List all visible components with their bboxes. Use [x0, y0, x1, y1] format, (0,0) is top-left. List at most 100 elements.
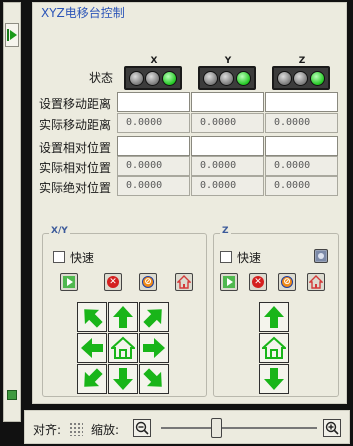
zoom-in-button[interactable] [323, 419, 341, 437]
z-fast-label: 快速 [237, 251, 262, 265]
move-down-right-button[interactable] [139, 364, 169, 394]
set-move-distance-y-input[interactable] [191, 92, 264, 112]
axis-header-y: Y [224, 56, 232, 66]
actual-move-distance-x: 0.0000 [117, 113, 190, 133]
row-label-set-relative-position: 设置相对位置 [38, 141, 111, 155]
image-icon [316, 251, 326, 261]
actual-relative-position-x: 0.0000 [117, 156, 190, 176]
xy-disable-button[interactable]: ⊘ [139, 273, 157, 291]
set-move-distance-z-input[interactable] [265, 92, 338, 112]
z-control-group: Z 快速 ✕ ⊘ [213, 226, 339, 397]
home-icon [111, 336, 135, 359]
arrow-down-right-icon [143, 368, 162, 387]
move-up-button[interactable] [108, 302, 138, 332]
row-label-actual-move-distance: 实际移动距离 [38, 118, 111, 132]
zoom-label: 缩放: [91, 423, 120, 437]
move-home-z-button[interactable] [259, 333, 289, 363]
arrow-right-icon [143, 338, 165, 358]
move-down-button[interactable] [108, 364, 138, 394]
sidebar-toggle-button[interactable] [5, 23, 19, 47]
left-sidebar [3, 2, 21, 422]
z-fast-checkbox[interactable] [220, 251, 232, 263]
zoom-out-icon [135, 421, 149, 435]
xy-stop-button[interactable]: ✕ [104, 273, 122, 291]
status-led [162, 70, 178, 86]
status-led [202, 70, 218, 86]
z-start-button[interactable] [220, 273, 238, 291]
status-led [145, 70, 161, 86]
grid-align-icon[interactable] [69, 422, 83, 436]
status-led [293, 70, 309, 86]
move-right-button[interactable] [139, 333, 169, 363]
xy-home-button[interactable] [175, 273, 193, 291]
stop-icon: ✕ [107, 276, 119, 288]
xy-fast-checkbox[interactable] [53, 251, 65, 263]
set-relative-position-y-input[interactable] [191, 136, 264, 156]
arrow-up-right-icon [143, 309, 162, 328]
xy-control-group: X/Y 快速 ✕ ⊘ [42, 226, 207, 397]
move-z-up-button[interactable] [259, 302, 289, 332]
move-left-button[interactable] [77, 333, 107, 363]
set-move-distance-x-input[interactable] [117, 92, 190, 112]
z-home-button[interactable] [307, 273, 325, 291]
home-icon [177, 275, 191, 289]
xy-group-title: X/Y [49, 226, 70, 236]
zoom-slider-thumb[interactable] [210, 418, 222, 438]
set-relative-position-z-input[interactable] [265, 136, 338, 156]
status-led [310, 70, 326, 86]
status-leds-z [272, 66, 330, 90]
zoom-out-button[interactable] [133, 419, 151, 437]
xy-fast-label: 快速 [70, 251, 95, 265]
arrow-down-left-icon [84, 368, 103, 387]
row-label-set-move-distance: 设置移动距离 [38, 97, 111, 111]
actual-move-distance-y: 0.0000 [191, 113, 264, 133]
actual-move-distance-z: 0.0000 [265, 113, 338, 133]
arrow-down-icon [264, 368, 284, 390]
play-icon [63, 276, 75, 288]
status-led [236, 70, 252, 86]
status-led [276, 70, 292, 86]
z-extra-button[interactable] [314, 249, 328, 263]
actual-relative-position-y: 0.0000 [191, 156, 264, 176]
status-label: 状态 [88, 71, 113, 85]
arrow-left-icon [81, 338, 103, 358]
move-up-right-button[interactable] [139, 302, 169, 332]
move-home-xy-button[interactable] [108, 333, 138, 363]
align-label: 对齐: [33, 423, 62, 437]
row-label-actual-relative-position: 实际相对位置 [38, 161, 111, 175]
arrow-down-icon [113, 368, 133, 390]
stop-icon: ✕ [252, 276, 264, 288]
arrow-up-icon [264, 306, 284, 328]
home-icon [262, 336, 286, 359]
status-leds-y [198, 66, 256, 90]
xyz-stage-control-panel: XYZ电移台控制 X Y Z 状态 设置移动距离 实际移动距离 0.0000 0… [32, 2, 347, 404]
arrow-up-left-icon [84, 309, 103, 328]
status-bar: 对齐: 缩放: [24, 410, 350, 444]
actual-relative-position-z: 0.0000 [265, 156, 338, 176]
home-icon [309, 275, 323, 289]
corner-resize-button[interactable] [7, 390, 17, 400]
play-icon [223, 276, 235, 288]
panel-title: XYZ电移台控制 [41, 6, 125, 20]
z-stop-button[interactable]: ✕ [249, 273, 267, 291]
xy-start-button[interactable] [60, 273, 78, 291]
status-led [219, 70, 235, 86]
set-relative-position-x-input[interactable] [117, 136, 190, 156]
move-down-left-button[interactable] [77, 364, 107, 394]
arrow-right-icon [7, 29, 17, 41]
window-frame: XYZ电移台控制 X Y Z 状态 设置移动距离 实际移动距离 0.0000 0… [0, 0, 353, 446]
row-label-actual-absolute-position: 实际绝对位置 [38, 181, 111, 195]
axis-header-z: Z [298, 56, 306, 66]
status-leds-x [124, 66, 182, 90]
actual-absolute-position-x: 0.0000 [117, 176, 190, 196]
z-disable-button[interactable]: ⊘ [278, 273, 296, 291]
arrow-up-icon [113, 306, 133, 328]
zoom-slider-track[interactable] [161, 427, 317, 429]
actual-absolute-position-z: 0.0000 [265, 176, 338, 196]
move-up-left-button[interactable] [77, 302, 107, 332]
actual-absolute-position-y: 0.0000 [191, 176, 264, 196]
move-z-down-button[interactable] [259, 364, 289, 394]
zoom-in-icon [325, 421, 339, 435]
disable-icon: ⊘ [142, 276, 154, 288]
axis-header-x: X [150, 56, 158, 66]
